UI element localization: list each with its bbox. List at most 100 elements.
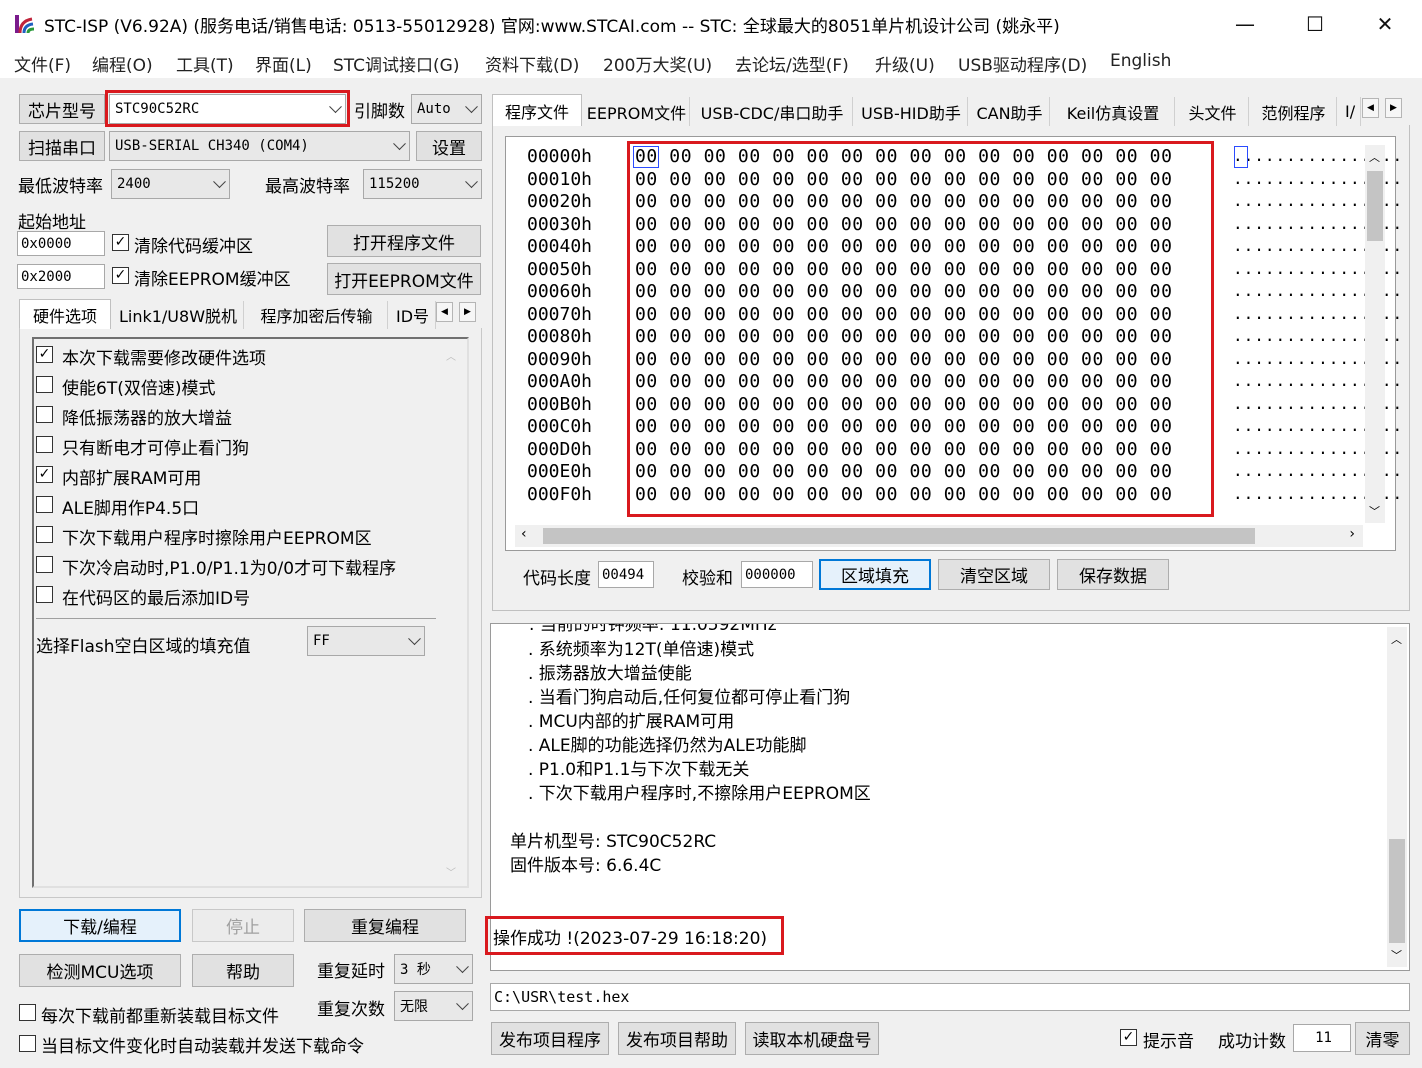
checkbox[interactable] <box>36 526 53 543</box>
checkbox[interactable] <box>36 406 53 423</box>
tab-encrypted-transfer[interactable]: 程序加密后传输 <box>246 301 388 329</box>
highlight-hex-data <box>627 141 1214 517</box>
beep-checkbox[interactable]: ✓ <box>1120 1029 1137 1046</box>
checkbox[interactable]: ✓ <box>36 466 53 483</box>
open-program-button[interactable]: 打开程序文件 <box>327 225 481 257</box>
checkbox[interactable] <box>36 436 53 453</box>
tab-scroll-left-icon[interactable]: ◀ <box>436 302 453 322</box>
pins-select[interactable]: Auto <box>411 94 482 124</box>
port-select[interactable]: USB-SERIAL CH340 (COM4) <box>109 131 410 161</box>
tab-can[interactable]: CAN助手 <box>970 97 1050 126</box>
menu-english[interactable]: English <box>1110 51 1171 71</box>
tab-usb-cdc[interactable]: USB-CDC/串口助手 <box>692 97 853 126</box>
menu-prize[interactable]: 200万大奖(U) <box>603 51 712 76</box>
help-button[interactable]: 帮助 <box>192 954 294 987</box>
firmware-version-text: 固件版本号: 6.6.4C <box>510 856 662 876</box>
close-button[interactable]: ✕ <box>1350 0 1420 48</box>
publish-help-button[interactable]: 发布项目帮助 <box>618 1022 736 1055</box>
hex-address: 000D0h <box>527 438 593 460</box>
tab-link1-offline[interactable]: Link1/U8W脱机 <box>113 301 244 329</box>
chevron-up-icon[interactable]: ︿ <box>1369 149 1380 165</box>
checkbox[interactable] <box>36 496 53 513</box>
tab-io[interactable]: I/ <box>1339 97 1361 126</box>
chevron-down-icon <box>465 100 478 114</box>
clear-eeprom-checkbox[interactable]: ✓ <box>112 267 129 284</box>
scrollbar-thumb[interactable] <box>1389 839 1405 943</box>
min-baud-select[interactable]: 2400 <box>111 169 230 199</box>
save-data-button[interactable]: 保存数据 <box>1057 559 1169 590</box>
open-eeprom-button[interactable]: 打开EEPROM文件 <box>327 263 481 295</box>
tab-header[interactable]: 头文件 <box>1177 97 1249 126</box>
download-program-button[interactable]: 下载/编程 <box>19 909 181 942</box>
scan-port-button[interactable]: 扫描串口 <box>19 131 105 161</box>
tab-scroll-right-icon[interactable]: ▶ <box>459 302 476 322</box>
read-disk-button[interactable]: 读取本机硬盘号 <box>745 1022 879 1055</box>
checkbox[interactable] <box>36 376 53 393</box>
settings-button[interactable]: 设置 <box>416 131 482 161</box>
log-line: . P1.0和P1.1与下次下载无关 <box>528 760 750 780</box>
clear-code-checkbox[interactable]: ✓ <box>112 234 129 251</box>
menu-file[interactable]: 文件(F) <box>14 51 71 76</box>
menu-upgrade[interactable]: 升级(U) <box>875 51 935 76</box>
hex-address: 000B0h <box>527 393 593 415</box>
reload-before-checkbox[interactable] <box>19 1004 36 1021</box>
repeat-delay-select[interactable]: 3 秒 <box>394 954 473 984</box>
tab-scroll-left-icon[interactable]: ◀ <box>1362 98 1379 118</box>
chevron-up-icon[interactable]: ︿ <box>1391 631 1402 647</box>
repeat-delay-value: 3 秒 <box>400 962 431 978</box>
log-line: . 下次下载用户程序时,不擦除用户EEPROM区 <box>528 784 871 804</box>
log-scrollbar[interactable]: ︿ ﹀ <box>1387 627 1407 967</box>
clear-code-label: 清除代码缓冲区 <box>134 237 253 257</box>
code-length-label: 代码长度 <box>523 569 591 589</box>
clear-area-button[interactable]: 清空区域 <box>938 559 1050 590</box>
menu-downloads[interactable]: 资料下载(D) <box>485 51 579 76</box>
tab-program-file[interactable]: 程序文件 <box>492 94 582 126</box>
tab-scroll-right-icon[interactable]: ▶ <box>1385 98 1402 118</box>
checkbox[interactable]: ✓ <box>36 346 53 363</box>
eeprom-address-input[interactable]: 0x2000 <box>17 264 105 289</box>
repeat-count-value: 无限 <box>400 999 428 1015</box>
tab-hardware-options[interactable]: 硬件选项 <box>19 299 111 329</box>
checkbox[interactable] <box>36 586 53 603</box>
fill-area-button[interactable]: 区域填充 <box>819 559 931 590</box>
chevron-down-icon: ﹀ <box>446 868 456 879</box>
detect-mcu-button[interactable]: 检测MCU选项 <box>19 954 181 987</box>
hex-address: 00040h <box>527 236 593 257</box>
hex-horizontal-scrollbar[interactable]: ‹ › <box>515 525 1363 547</box>
clear-count-button[interactable]: 清零 <box>1355 1022 1410 1055</box>
auto-reload-checkbox[interactable] <box>19 1035 36 1052</box>
tab-keil[interactable]: Keil仿真设置 <box>1052 97 1175 126</box>
publish-program-button[interactable]: 发布项目程序 <box>491 1022 609 1055</box>
chevron-right-icon[interactable]: › <box>1349 526 1355 542</box>
repeat-count-select[interactable]: 无限 <box>394 991 473 1021</box>
hw-option-label: 降低振荡器的放大增益 <box>62 409 232 429</box>
max-baud-select[interactable]: 115200 <box>363 169 482 199</box>
stop-button[interactable]: 停止 <box>192 909 294 942</box>
menu-tools[interactable]: 工具(T) <box>176 51 234 76</box>
checkbox[interactable] <box>36 556 53 573</box>
menu-interface[interactable]: 界面(L) <box>255 51 312 76</box>
scrollbar-thumb[interactable] <box>543 528 1255 544</box>
fill-value-select[interactable]: FF <box>307 626 425 656</box>
chevron-down-icon[interactable]: ﹀ <box>1391 947 1402 963</box>
chevron-left-icon[interactable]: ‹ <box>521 526 527 542</box>
tab-examples[interactable]: 范例程序 <box>1251 97 1337 126</box>
tab-eeprom-file[interactable]: EEPROM文件 <box>584 97 690 126</box>
menu-stc-debug[interactable]: STC调试接口(G) <box>333 51 460 76</box>
minimize-button[interactable]: — <box>1210 0 1280 48</box>
start-address-label: 起始地址 <box>18 213 86 233</box>
maximize-button[interactable]: ☐ <box>1280 0 1350 48</box>
chevron-down-icon[interactable]: ﹀ <box>1369 503 1380 519</box>
menu-forum[interactable]: 去论坛/选型(F) <box>735 51 849 76</box>
chevron-down-icon <box>408 632 421 646</box>
tab-usb-hid[interactable]: USB-HID助手 <box>855 97 968 126</box>
scrollbar-thumb[interactable] <box>1367 171 1383 241</box>
repeat-program-button[interactable]: 重复编程 <box>304 909 466 942</box>
code-address-input[interactable]: 0x0000 <box>17 231 105 256</box>
hex-vertical-scrollbar[interactable]: ︿ ﹀ <box>1365 145 1385 523</box>
menu-program[interactable]: 编程(O) <box>92 51 153 76</box>
chevron-down-icon <box>456 960 469 974</box>
tab-id-number[interactable]: ID号 <box>390 301 436 329</box>
hw-scrollbar[interactable]: ︿ ﹀ <box>442 342 462 885</box>
menu-usb-driver[interactable]: USB驱动程序(D) <box>958 51 1087 76</box>
